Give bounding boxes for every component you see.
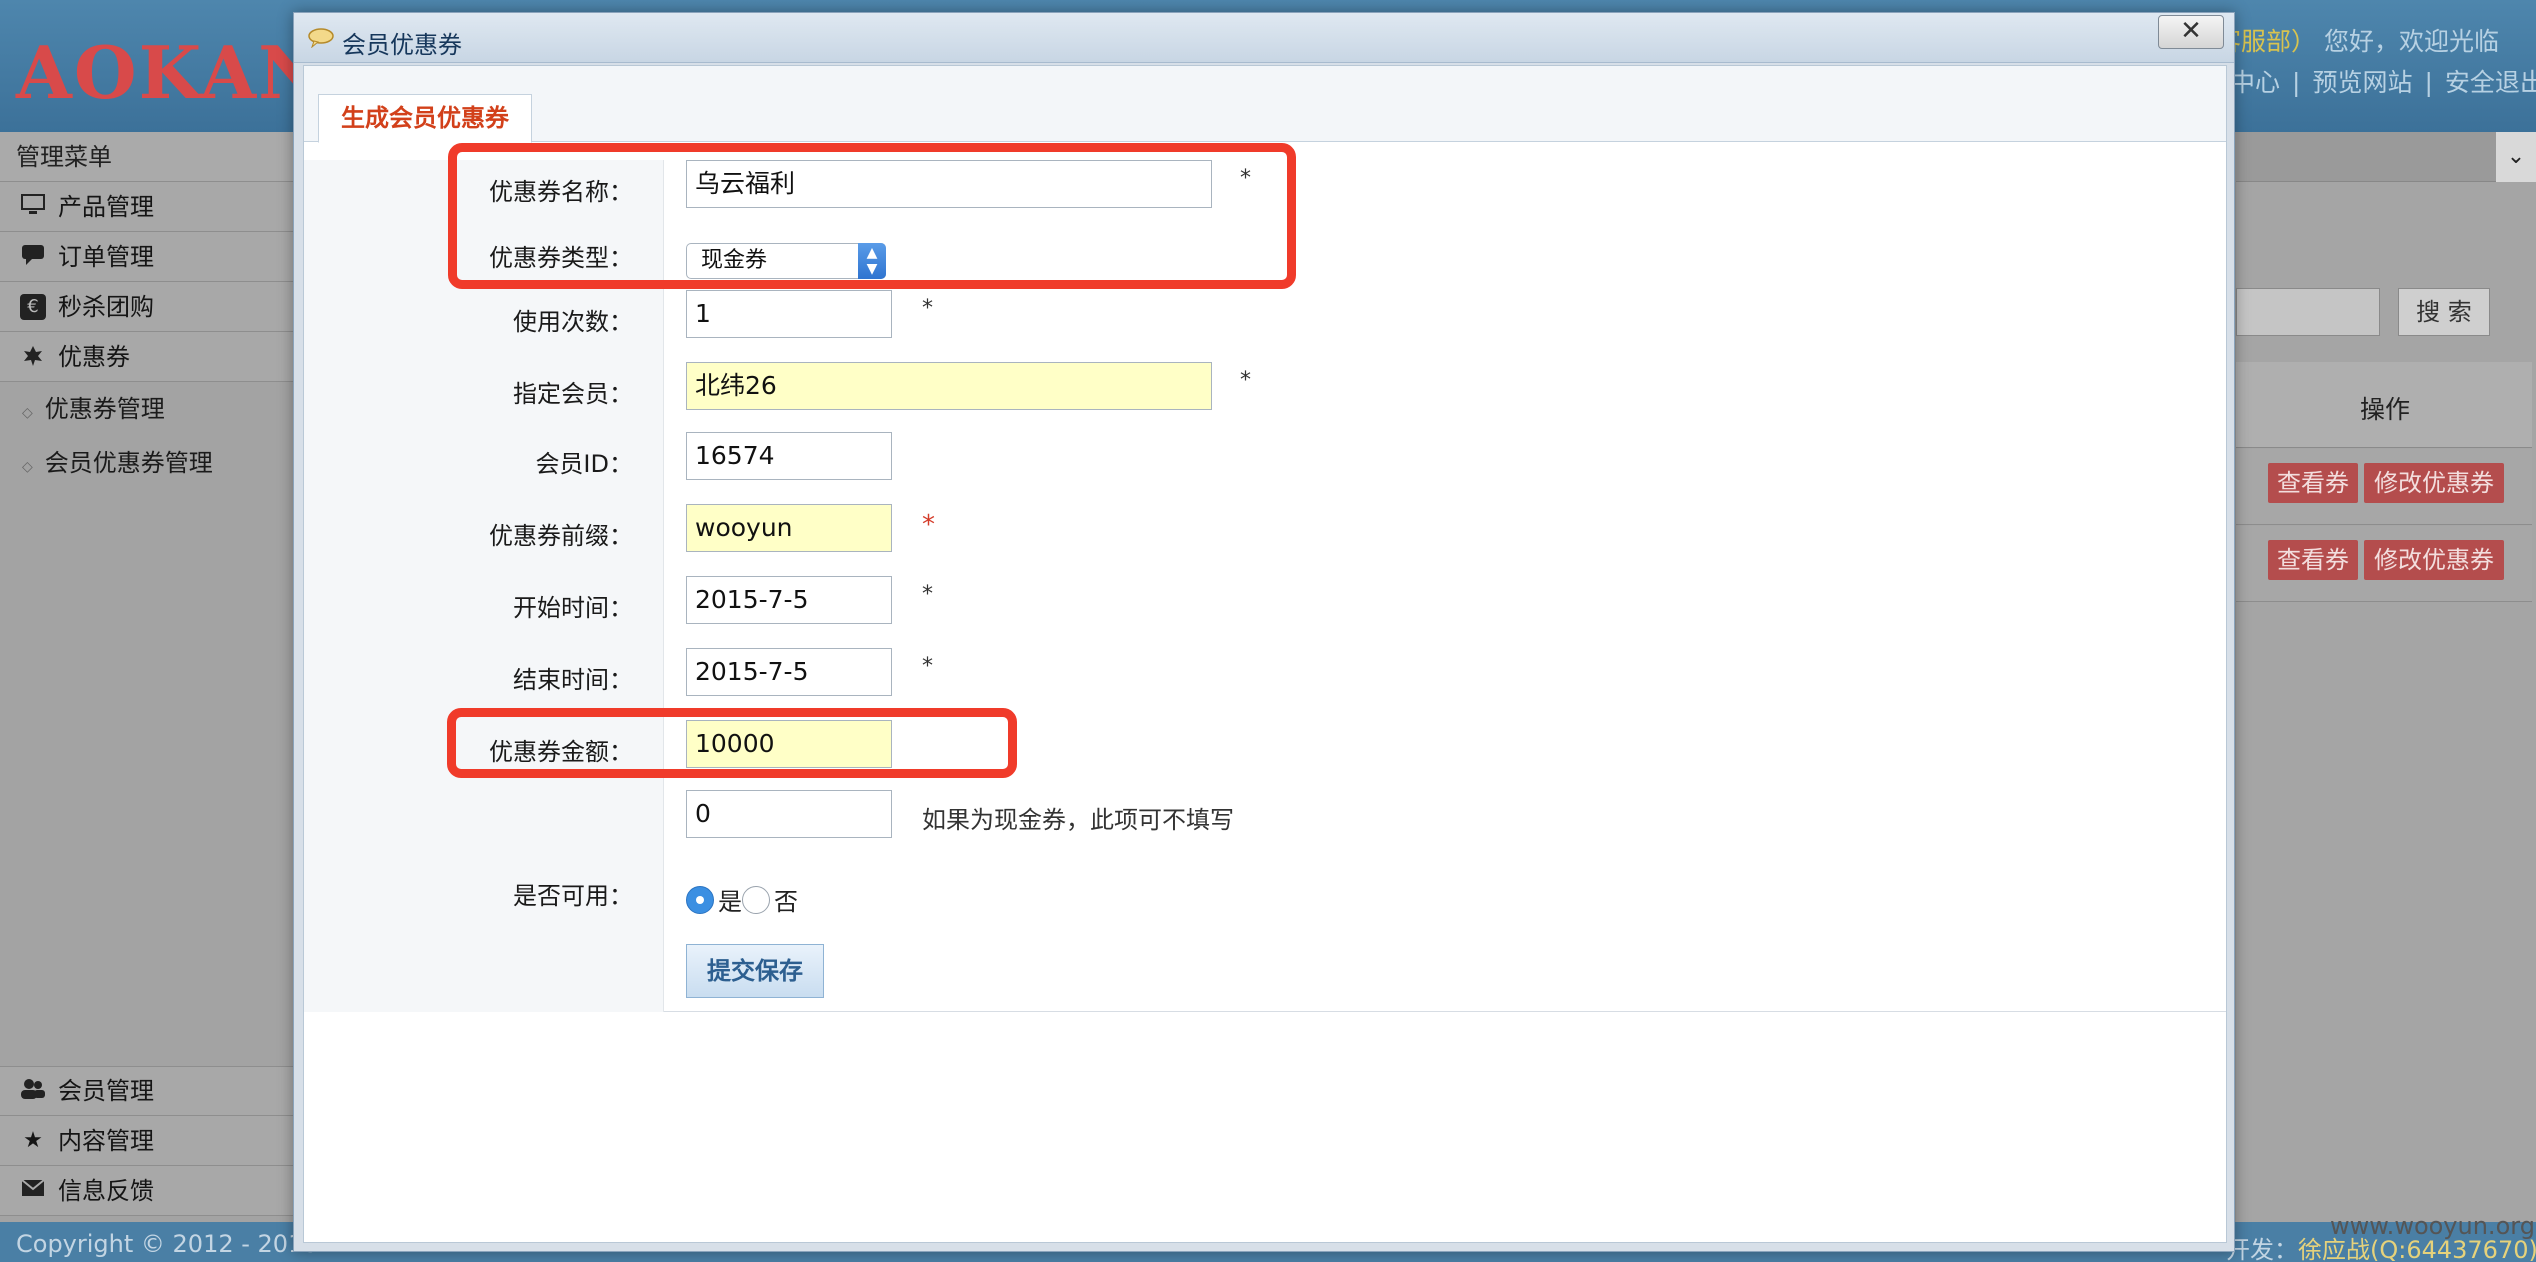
- enabled-yes-label: 是: [718, 888, 742, 916]
- view-coupon-button[interactable]: 查看券: [2268, 463, 2358, 503]
- sidebar-item-members[interactable]: 会员管理: [0, 1066, 300, 1116]
- edit-coupon-button[interactable]: 修改优惠券: [2364, 463, 2504, 503]
- required-mark: *: [922, 510, 935, 540]
- content-toolbar: ⌄: [2236, 132, 2536, 182]
- link-preview-site[interactable]: 预览网站: [2312, 68, 2412, 97]
- edit-coupon-button[interactable]: 修改优惠券: [2364, 540, 2504, 580]
- link-logout[interactable]: 安全退出: [2445, 68, 2536, 97]
- users-icon: [20, 1078, 46, 1104]
- top-links: 中心 | 预览网站 | 安全退出: [2224, 63, 2536, 99]
- enabled-yes-radio[interactable]: [686, 885, 714, 914]
- sidebar: 管理菜单 产品管理 订单管理 € 秒杀团购 优惠券 ◇ 优惠券管理 ◇ 会员优惠券管…: [0, 132, 300, 1222]
- dialog-title: 会员优惠券: [342, 31, 462, 59]
- submit-save-button[interactable]: 提交保存: [686, 944, 824, 998]
- label-member-id: 会员ID：: [535, 450, 633, 478]
- enabled-no-label: 否: [774, 888, 798, 916]
- diamond-bullet-icon: ◇: [22, 459, 33, 475]
- sidebar-item-content[interactable]: ★ 内容管理: [0, 1116, 300, 1166]
- coupon-prefix-input[interactable]: wooyun: [686, 504, 892, 552]
- label-coupon-prefix: 优惠券前缀：: [489, 522, 633, 550]
- label-enabled: 是否可用：: [513, 882, 633, 910]
- watermark: www.wooyun.org: [2330, 1212, 2535, 1240]
- threshold-hint: 如果为现金券，此项可不填写: [922, 806, 1234, 834]
- required-mark: *: [1240, 368, 1251, 393]
- link-center[interactable]: 中心: [2230, 68, 2280, 97]
- monitor-icon: [20, 193, 46, 220]
- table-header: 操作: [2236, 362, 2532, 448]
- sidebar-item-feedback[interactable]: 信息反馈: [0, 1166, 300, 1216]
- diamond-bullet-icon: ◇: [22, 405, 33, 421]
- sidebar-title: 管理菜单: [0, 132, 300, 182]
- label-usage-count: 使用次数：: [513, 308, 633, 336]
- view-coupon-button[interactable]: 查看券: [2268, 540, 2358, 580]
- copyright: Copyright © 2012 - 2013.: [16, 1230, 327, 1258]
- usage-count-input[interactable]: 1: [686, 290, 892, 338]
- table-row: 查看券 修改优惠券: [2236, 526, 2532, 602]
- label-end-time: 结束时间：: [513, 666, 633, 694]
- end-time-input[interactable]: 2015-7-5: [686, 648, 892, 696]
- threshold-input[interactable]: 0: [686, 790, 892, 838]
- content-panel-right: ⌄ 搜 索 操作 查看券 修改优惠券 查看券 修改优惠券: [2236, 132, 2536, 1222]
- star-icon: ★: [23, 1127, 43, 1153]
- required-mark: *: [922, 654, 933, 679]
- assigned-member-input[interactable]: 北纬26: [686, 362, 1212, 410]
- dialog-titlebar[interactable]: 会员优惠券 ✕: [294, 13, 2234, 63]
- member-id-input[interactable]: 16574: [686, 432, 892, 480]
- enabled-radio-group: 是 否: [686, 882, 798, 917]
- sidebar-subitem-member-coupon-manage[interactable]: ◇ 会员优惠券管理: [0, 436, 300, 490]
- highlight-box-name-type: [448, 143, 1296, 289]
- sidebar-item-products[interactable]: 产品管理: [0, 182, 300, 232]
- label-start-time: 开始时间：: [513, 594, 633, 622]
- close-icon: ✕: [2180, 16, 2202, 46]
- leaf-icon: [20, 344, 46, 370]
- highlight-box-amount: [447, 708, 1017, 778]
- required-mark: *: [922, 296, 933, 321]
- sidebar-item-coupons[interactable]: 优惠券: [0, 332, 300, 382]
- sidebar-bottom: 会员管理 ★ 内容管理 信息反馈: [0, 1066, 300, 1216]
- collapse-chevron-icon[interactable]: ⌄: [2496, 132, 2536, 182]
- mail-icon: [20, 1178, 46, 1204]
- label-assigned-member: 指定会员：: [513, 380, 633, 408]
- tab-strip: 生成会员优惠券: [304, 66, 2226, 143]
- start-time-input[interactable]: 2015-7-5: [686, 576, 892, 624]
- chat-icon: [20, 244, 46, 270]
- enabled-no-radio[interactable]: [742, 885, 770, 914]
- table-row: 查看券 修改优惠券: [2236, 449, 2532, 525]
- search-button[interactable]: 搜 索: [2398, 288, 2490, 336]
- euro-icon: €: [20, 293, 46, 320]
- speech-bubble-icon: [308, 28, 334, 49]
- user-greeting: 客服部） 您好，欢迎光临: [2216, 27, 2499, 56]
- required-mark: *: [922, 582, 933, 607]
- sidebar-item-orders[interactable]: 订单管理: [0, 232, 300, 282]
- close-button[interactable]: ✕: [2158, 15, 2224, 49]
- tab-generate-member-coupon[interactable]: 生成会员优惠券: [318, 94, 532, 143]
- sidebar-subitem-coupon-manage[interactable]: ◇ 优惠券管理: [0, 382, 300, 436]
- search-input[interactable]: [2236, 288, 2380, 336]
- sidebar-item-flash-sale[interactable]: € 秒杀团购: [0, 282, 300, 332]
- column-header-actions: 操作: [2360, 395, 2411, 424]
